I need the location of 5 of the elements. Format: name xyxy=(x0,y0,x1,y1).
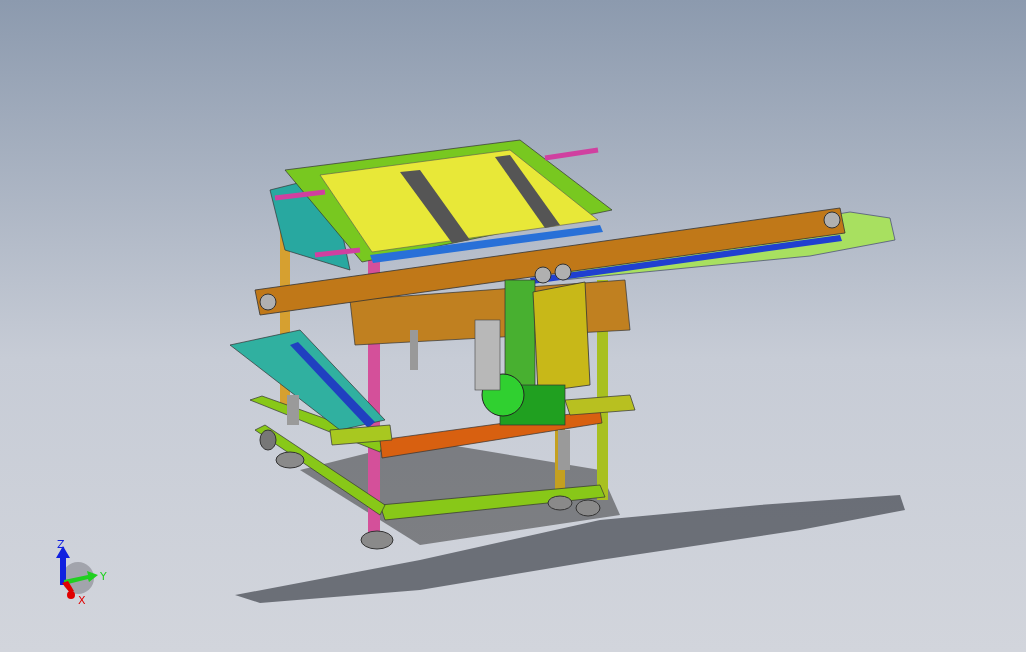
machine-drawing[interactable] xyxy=(229,139,896,550)
axis-label: X xyxy=(78,594,86,607)
axis-label: Z xyxy=(57,538,65,551)
axis-label: Y xyxy=(100,570,107,583)
graphics-viewport[interactable]: Z Y X xyxy=(0,0,1026,652)
